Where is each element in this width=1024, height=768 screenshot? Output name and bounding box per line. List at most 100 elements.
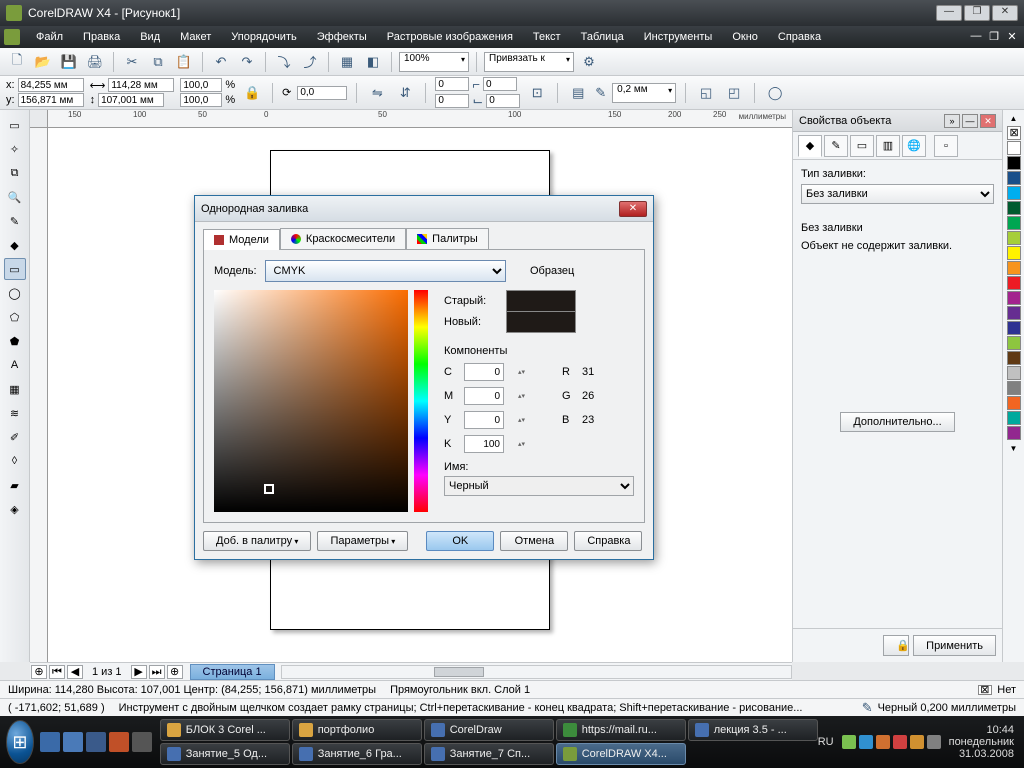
mdi-restore[interactable]: ❐ — [986, 30, 1002, 44]
swatch-17[interactable] — [1007, 396, 1021, 410]
ql-desktop[interactable] — [40, 732, 60, 752]
crop-tool[interactable]: ⧉ — [4, 162, 26, 184]
docker-more-button[interactable]: Дополнительно... — [840, 412, 954, 432]
menu-edit[interactable]: Правка — [73, 28, 130, 46]
swatch-19[interactable] — [1007, 426, 1021, 440]
model-select[interactable]: CMYK — [265, 260, 506, 282]
launch-button[interactable]: ▦ — [336, 51, 358, 73]
new-button[interactable]: 🗋 — [6, 51, 28, 73]
docker-tab-outline[interactable]: ✎ — [824, 135, 848, 157]
corner-br-input[interactable] — [486, 94, 520, 108]
docker-tab-6[interactable]: ▫ — [934, 135, 958, 157]
start-button[interactable]: ⊞ — [6, 720, 34, 764]
maximize-button[interactable]: ❐ — [964, 5, 990, 21]
palette-down[interactable]: ▼ — [1010, 444, 1018, 453]
outline-tool[interactable]: ◊ — [4, 450, 26, 472]
color-name-select[interactable]: Черный — [444, 476, 634, 496]
mdi-close[interactable]: ✕ — [1004, 30, 1020, 44]
dialog-close-button[interactable]: ✕ — [619, 201, 647, 217]
swatch-10[interactable] — [1007, 291, 1021, 305]
clock[interactable]: 10:44 понедельник 31.03.2008 — [949, 724, 1014, 760]
add-to-palette-button[interactable]: Доб. в палитру — [203, 531, 311, 551]
ql-switch[interactable] — [86, 732, 106, 752]
menu-window[interactable]: Окно — [722, 28, 768, 46]
mirror-v-button[interactable]: ⇵ — [394, 82, 416, 104]
y-input[interactable] — [464, 411, 504, 429]
task-button[interactable]: Занятие_6 Гра... — [292, 743, 422, 765]
ruler-corner[interactable] — [30, 110, 48, 128]
docker-tab-5[interactable]: 🌐 — [902, 135, 926, 157]
zoom-combo[interactable]: 100% — [399, 52, 469, 72]
tray-icon-5[interactable] — [910, 735, 924, 749]
menu-table[interactable]: Таблица — [571, 28, 634, 46]
cancel-button[interactable]: Отмена — [500, 531, 568, 551]
zoom-tool[interactable]: 🔍 — [4, 186, 26, 208]
angle-input[interactable] — [297, 86, 347, 100]
close-button[interactable]: ✕ — [992, 5, 1018, 21]
menu-text[interactable]: Текст — [523, 28, 571, 46]
ql-5[interactable] — [132, 732, 152, 752]
swatch-14[interactable] — [1007, 351, 1021, 365]
freehand-tool[interactable]: ✎ — [4, 210, 26, 232]
fill-tool[interactable]: ▰ — [4, 474, 26, 496]
docker-expand-button[interactable]: » — [944, 114, 960, 128]
swatch-0[interactable] — [1007, 141, 1021, 155]
menu-view[interactable]: Вид — [130, 28, 170, 46]
swatch-1[interactable] — [1007, 156, 1021, 170]
outline-width-combo[interactable]: 0,2 мм — [612, 83, 676, 103]
menu-layout[interactable]: Макет — [170, 28, 221, 46]
docker-tab-3[interactable]: ▭ — [850, 135, 874, 157]
back-button[interactable]: ◰ — [723, 82, 745, 104]
task-button[interactable]: лекция 3.5 - ... — [688, 719, 818, 741]
menu-arrange[interactable]: Упорядочить — [221, 28, 306, 46]
round-together-button[interactable]: ⊡ — [526, 82, 548, 104]
hue-slider[interactable] — [414, 290, 428, 512]
swatch-none[interactable]: ⊠ — [1007, 126, 1021, 140]
fill-type-select[interactable]: Без заливки — [801, 184, 994, 204]
swatch-5[interactable] — [1007, 216, 1021, 230]
interactive-fill-tool[interactable]: ◈ — [4, 498, 26, 520]
swatch-2[interactable] — [1007, 171, 1021, 185]
swatch-18[interactable] — [1007, 411, 1021, 425]
page-prev[interactable]: ◀ — [67, 665, 83, 679]
wrap-button[interactable]: ▤ — [567, 82, 589, 104]
help-button[interactable]: Справка — [574, 531, 642, 551]
task-button[interactable]: Занятие_5 Од... — [160, 743, 290, 765]
ql-explorer[interactable] — [63, 732, 83, 752]
corner-tr-input[interactable] — [483, 77, 517, 91]
ruler-vertical[interactable] — [30, 128, 48, 662]
table-tool[interactable]: ▦ — [4, 378, 26, 400]
tray-icon-4[interactable] — [893, 735, 907, 749]
lock-ratio-button[interactable]: 🔒 — [241, 82, 263, 104]
redo-button[interactable]: ↷ — [236, 51, 258, 73]
front-button[interactable]: ◱ — [695, 82, 717, 104]
ruler-horizontal[interactable]: 150 100 50 0 50 100 150 200 250 миллимет… — [48, 110, 792, 128]
dialog-tab-mixers[interactable]: Краскосмесители — [280, 228, 406, 249]
docker-lock-button[interactable]: 🔒 — [883, 635, 909, 656]
scalex-input[interactable] — [180, 78, 222, 92]
swatch-4[interactable] — [1007, 201, 1021, 215]
menu-bitmaps[interactable]: Растровые изображения — [377, 28, 523, 46]
ellipse-tool[interactable]: ◯ — [4, 282, 26, 304]
k-input[interactable] — [464, 435, 504, 453]
snap-combo[interactable]: Привязать к — [484, 52, 574, 72]
docker-tab-4[interactable]: ▥ — [876, 135, 900, 157]
basic-shapes-tool[interactable]: ⬟ — [4, 330, 26, 352]
x-input[interactable] — [18, 78, 84, 92]
height-input[interactable] — [98, 93, 164, 107]
swatch-8[interactable] — [1007, 261, 1021, 275]
open-button[interactable]: 📂 — [32, 51, 54, 73]
docker-min-button[interactable]: — — [962, 114, 978, 128]
export-button[interactable]: ⤴ — [299, 51, 321, 73]
docker-apply-button[interactable]: Применить — [913, 635, 996, 656]
swatch-12[interactable] — [1007, 321, 1021, 335]
blend-tool[interactable]: ≋ — [4, 402, 26, 424]
tray-icon-6[interactable] — [927, 735, 941, 749]
m-input[interactable] — [464, 387, 504, 405]
import-button[interactable]: ⤵ — [273, 51, 295, 73]
save-button[interactable]: 💾 — [58, 51, 80, 73]
ok-button[interactable]: OK — [426, 531, 494, 551]
page-first[interactable]: ⏮ — [49, 665, 65, 679]
task-button[interactable]: https://mail.ru... — [556, 719, 686, 741]
corner-bl-input[interactable] — [435, 94, 469, 108]
